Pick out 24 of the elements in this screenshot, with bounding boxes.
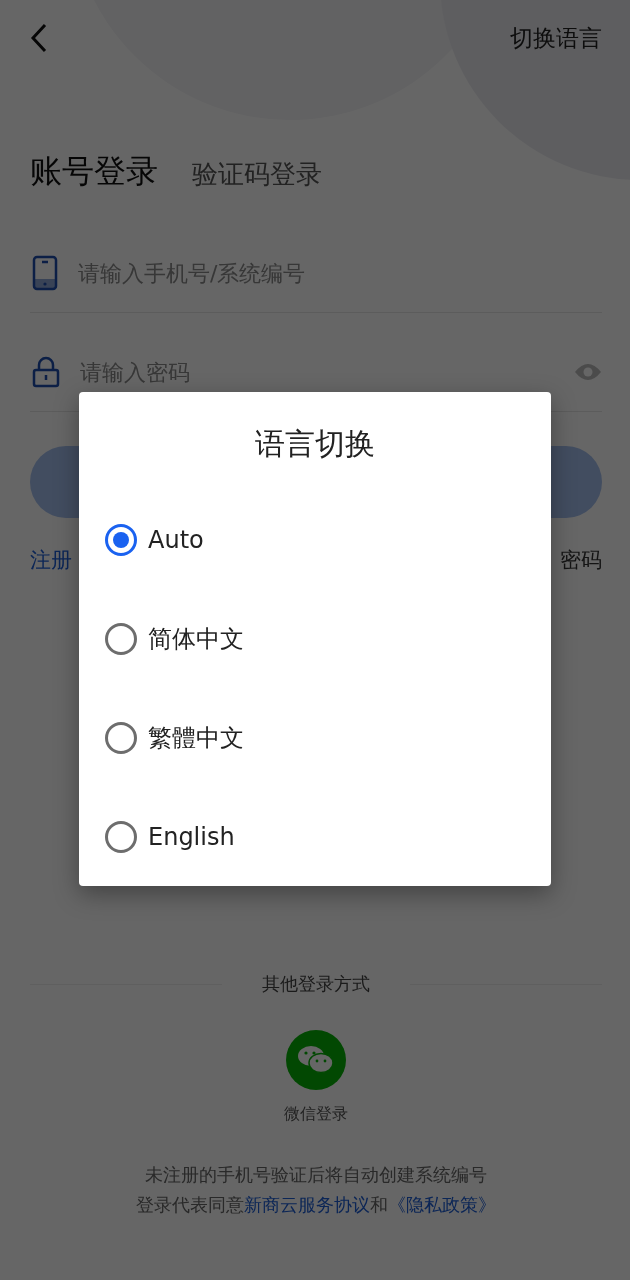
radio-button[interactable] xyxy=(105,523,137,556)
radio-button[interactable] xyxy=(105,820,137,853)
dialog-title: 语言切换 xyxy=(254,425,376,462)
agreement-link[interactable]: 《隐私政策》 xyxy=(388,1194,496,1215)
back-icon[interactable] xyxy=(30,23,48,53)
phone-icon xyxy=(32,255,58,291)
language-option[interactable]: 繁體中文 xyxy=(148,721,244,754)
chat-bubbles-icon xyxy=(297,1045,335,1075)
switch-language-link[interactable]: 切换语言 xyxy=(510,22,602,54)
login-tab[interactable]: 验证码登录 xyxy=(192,158,322,190)
register-link[interactable]: 注册 xyxy=(30,546,72,574)
agreement-link[interactable]: 新商云服务协议 xyxy=(244,1194,370,1215)
lock-icon xyxy=(32,356,60,388)
language-option[interactable]: 简体中文 xyxy=(148,622,244,655)
forgot-password-link[interactable]: 密码 xyxy=(560,546,602,574)
wechat-login-label: 微信登录 xyxy=(284,1104,348,1125)
other-login-title: 其他登录方式 xyxy=(262,972,370,996)
agreement-text: 登录代表同意新商云服务协议和《隐私政策》 xyxy=(136,1193,496,1217)
radio-button[interactable] xyxy=(105,622,137,655)
login-tab[interactable]: 账号登录 xyxy=(30,151,158,190)
language-option[interactable]: English xyxy=(148,822,235,851)
legal-notice: 未注册的手机号验证后将自动创建系统编号 xyxy=(145,1163,487,1187)
language-option[interactable]: Auto xyxy=(148,525,204,554)
radio-button[interactable] xyxy=(105,721,137,754)
